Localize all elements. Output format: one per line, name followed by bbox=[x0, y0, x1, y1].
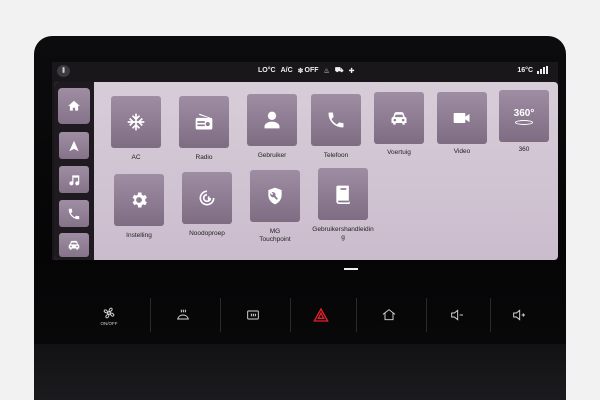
seat-heat-icon[interactable]: ⫾ bbox=[57, 65, 70, 77]
gear-icon bbox=[132, 192, 147, 208]
sidebar-item-phone[interactable] bbox=[59, 200, 89, 227]
page-indicator bbox=[344, 268, 358, 270]
divider bbox=[220, 298, 221, 332]
fan-icon bbox=[103, 307, 115, 318]
sidebar-item-home[interactable] bbox=[58, 88, 90, 124]
ac-status: A/C bbox=[280, 67, 293, 74]
status-right: 16°C bbox=[517, 66, 548, 74]
app-emergency-call[interactable] bbox=[182, 172, 232, 224]
radio-icon bbox=[195, 113, 213, 130]
sidebar-item-vehicle[interactable] bbox=[59, 233, 89, 257]
divider bbox=[290, 298, 291, 332]
app-settings[interactable] bbox=[114, 174, 164, 226]
volume-up-button[interactable] bbox=[492, 292, 546, 338]
status-bar: ⫾ LO°C A/C ✽ OFF ♨ ⛟ ✚ 16°C bbox=[52, 62, 558, 80]
360-ring-icon bbox=[515, 119, 533, 125]
app-user[interactable] bbox=[247, 94, 297, 146]
fan-status: OFF bbox=[304, 67, 319, 74]
recirculation-icon: ⛟ bbox=[334, 67, 344, 74]
user-manual-label-line2: g bbox=[341, 234, 345, 241]
front-defrost-button[interactable] bbox=[156, 292, 210, 338]
music-icon bbox=[69, 174, 80, 185]
user-icon bbox=[264, 111, 280, 129]
rear-defrost-button[interactable] bbox=[226, 292, 280, 338]
volume-down-button[interactable] bbox=[430, 292, 484, 338]
manual-icon bbox=[336, 185, 350, 204]
phone-icon bbox=[68, 208, 80, 219]
home-icon bbox=[68, 100, 80, 111]
windshield-icon: ♨ bbox=[323, 67, 330, 75]
car-icon bbox=[391, 112, 407, 125]
climate-status[interactable]: LO°C A/C ✽ OFF ♨ ⛟ ✚ bbox=[258, 66, 354, 75]
emergency-call-icon bbox=[199, 190, 215, 206]
divider bbox=[150, 298, 151, 332]
volume-up-icon bbox=[513, 309, 525, 321]
outside-temperature: 16°C bbox=[517, 66, 533, 74]
rear-defrost-icon bbox=[247, 310, 259, 320]
seat-icon: ✚ bbox=[348, 67, 355, 75]
video-icon bbox=[453, 113, 470, 123]
fan-icon: ✽ bbox=[297, 67, 304, 75]
app-360-label: 360 bbox=[518, 146, 530, 153]
home-button[interactable] bbox=[362, 292, 416, 338]
divider bbox=[356, 298, 357, 332]
sidebar-item-music[interactable] bbox=[59, 166, 89, 193]
hazard-icon bbox=[313, 307, 329, 322]
physical-controls: ON/OFF bbox=[34, 292, 566, 342]
navigation-icon bbox=[69, 140, 79, 151]
hazard-button[interactable] bbox=[294, 292, 348, 338]
user-manual-label-line1: Gebruikershandleidin bbox=[312, 226, 374, 233]
signal-icon bbox=[537, 66, 548, 74]
car-icon bbox=[68, 240, 80, 250]
snowflake-icon bbox=[127, 113, 145, 131]
app-video[interactable] bbox=[437, 92, 487, 144]
temperature-left: LO°C bbox=[258, 67, 276, 74]
on-off-text: ON/OFF bbox=[100, 320, 118, 326]
auto-on-off-button[interactable]: ON/OFF bbox=[82, 292, 136, 338]
app-launcher-panel: AC Radio Gebruiker Telefoon Voertuig Vid… bbox=[54, 82, 558, 270]
sidebar-item-navigation[interactable] bbox=[59, 132, 89, 159]
wrench-shield-icon bbox=[268, 187, 282, 205]
sidebar bbox=[54, 82, 94, 260]
app-user-manual[interactable] bbox=[318, 168, 368, 220]
app-mg-touchpoint[interactable] bbox=[250, 170, 300, 222]
divider bbox=[490, 298, 491, 332]
phone-icon bbox=[328, 112, 344, 128]
app-user-manual-label: Gebruikershandleidin g bbox=[303, 226, 383, 242]
divider bbox=[426, 298, 427, 332]
app-radio[interactable] bbox=[179, 96, 229, 148]
home-icon bbox=[382, 309, 396, 321]
infotainment-screen: ⫾ LO°C A/C ✽ OFF ♨ ⛟ ✚ 16°C AC Radio Geb… bbox=[52, 62, 558, 270]
app-ac[interactable] bbox=[111, 96, 161, 148]
dashboard-trim bbox=[34, 344, 566, 400]
front-defrost-icon bbox=[177, 309, 189, 320]
app-phone[interactable] bbox=[311, 94, 361, 146]
360-icon: 360° bbox=[513, 107, 535, 119]
app-vehicle[interactable] bbox=[374, 92, 424, 144]
app-360[interactable]: 360° bbox=[499, 90, 549, 142]
volume-down-icon bbox=[451, 309, 463, 321]
